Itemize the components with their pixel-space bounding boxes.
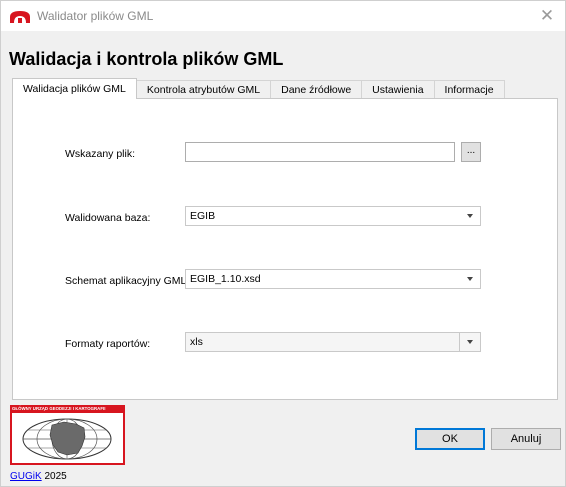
page-title: Walidacja i kontrola plików GML — [9, 49, 284, 69]
app-icon — [10, 11, 30, 23]
title-bar: Walidator plików GML ✕ — [1, 1, 565, 31]
tab-walidacja[interactable]: Walidacja plików GML — [12, 78, 137, 99]
chevron-down-icon — [460, 207, 480, 225]
file-path-input[interactable] — [185, 142, 455, 162]
base-label: Walidowana baza: — [65, 212, 151, 224]
logo-caption: GŁÓWNY URZĄD GEODEZJI I KARTOGRAFII — [12, 406, 106, 411]
tab-informacje[interactable]: Informacje — [433, 80, 505, 99]
base-select-value: EGIB — [190, 210, 216, 222]
schema-select[interactable]: EGIB_1.10.xsd — [185, 269, 481, 289]
chevron-down-icon — [459, 333, 480, 351]
tab-kontrola-atrybutow[interactable]: Kontrola atrybutów GML — [135, 80, 272, 99]
tab-bar: Walidacja plików GML Kontrola atrybutów … — [12, 78, 505, 99]
cancel-button[interactable]: Anuluj — [491, 428, 561, 450]
gugik-link[interactable]: GUGiK — [10, 471, 42, 482]
ok-button[interactable]: OK — [415, 428, 485, 450]
tab-dane-zrodlowe[interactable]: Dane źródłowe — [270, 80, 363, 99]
schema-select-value: EGIB_1.10.xsd — [190, 273, 261, 285]
base-select[interactable]: EGIB — [185, 206, 481, 226]
gugik-logo: GŁÓWNY URZĄD GEODEZJI I KARTOGRAFII — [10, 405, 125, 465]
app-window: Walidator plików GML ✕ Walidacja i kontr… — [0, 0, 566, 487]
chevron-down-icon — [460, 270, 480, 288]
browse-button[interactable]: ... — [461, 142, 481, 162]
format-select[interactable]: xls — [185, 332, 481, 352]
schema-label: Schemat aplikacyjny GML: — [65, 275, 190, 287]
format-label: Formaty raportów: — [65, 338, 151, 350]
format-select-value: xls — [190, 336, 203, 348]
footer: GUGiK 2025 — [10, 471, 67, 482]
file-label: Wskazany plik: — [65, 148, 136, 160]
globe-map-icon — [22, 418, 112, 460]
footer-year: 2025 — [44, 471, 67, 482]
tab-ustawienia[interactable]: Ustawienia — [361, 80, 435, 99]
tab-panel: Wskazany plik: ... Walidowana baza: EGIB… — [12, 98, 558, 400]
close-icon[interactable]: ✕ — [537, 6, 557, 26]
window-title: Walidator plików GML — [37, 9, 154, 23]
